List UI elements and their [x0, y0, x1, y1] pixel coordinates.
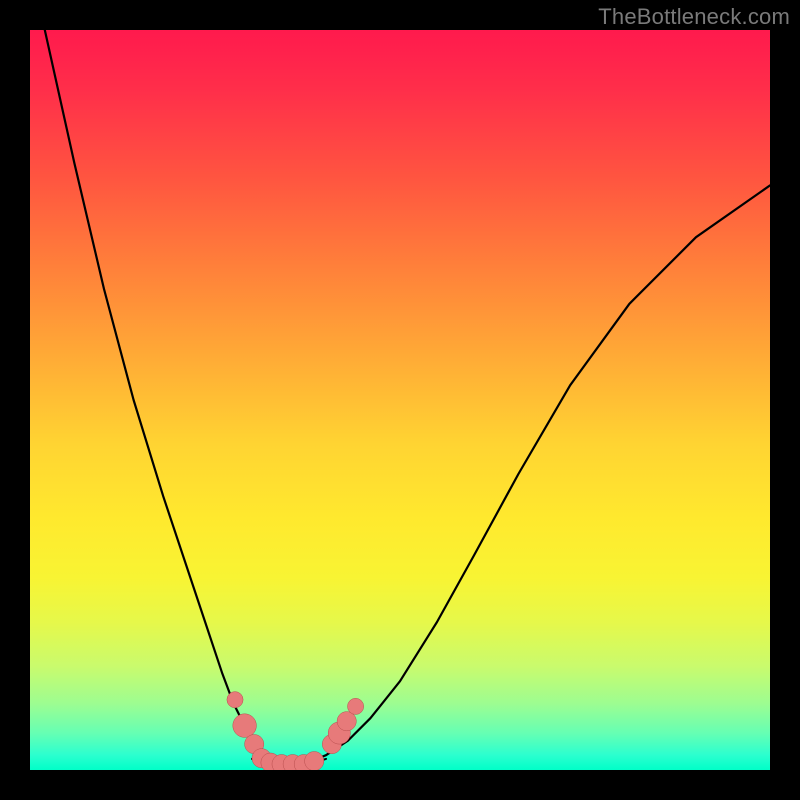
data-marker — [305, 752, 324, 771]
watermark-text: TheBottleneck.com — [598, 4, 790, 30]
data-marker — [337, 712, 356, 731]
data-marker — [348, 698, 364, 714]
chart-frame: TheBottleneck.com — [0, 0, 800, 800]
series-right-curve — [296, 185, 770, 764]
data-marker — [227, 692, 243, 708]
data-marker — [233, 714, 257, 738]
plot-area — [30, 30, 770, 770]
chart-svg — [30, 30, 770, 770]
curve-layer — [45, 30, 770, 765]
marker-layer — [227, 692, 364, 770]
series-left-curve — [45, 30, 282, 764]
